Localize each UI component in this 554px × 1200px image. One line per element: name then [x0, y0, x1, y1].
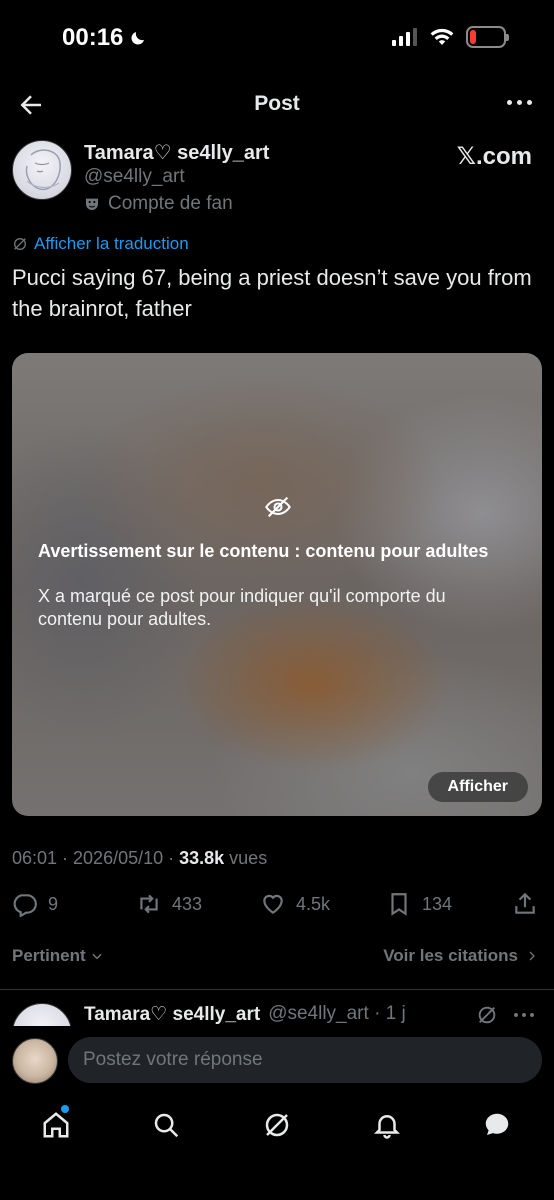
- like-button[interactable]: 4.5k: [260, 886, 330, 922]
- grok-tab-icon[interactable]: [262, 1110, 292, 1140]
- divider: [0, 989, 554, 990]
- reply-header[interactable]: Tamara♡ se4lly_art @se4lly_art · 1 j: [84, 1003, 406, 1026]
- heart-icon: [263, 894, 283, 914]
- more-options-icon[interactable]: [507, 100, 532, 105]
- status-time: 00:16: [62, 24, 147, 52]
- eye-off-icon: [265, 496, 291, 518]
- translate-link[interactable]: Afficher la traduction: [12, 234, 189, 254]
- view-quotes-link[interactable]: Voir les citations: [383, 946, 538, 966]
- search-icon[interactable]: [151, 1110, 181, 1140]
- reply-button[interactable]: 9: [12, 886, 58, 922]
- post-text: Pucci saying 67, being a priest doesn’t …: [12, 265, 532, 321]
- messages-icon[interactable]: [482, 1110, 512, 1140]
- moon-icon: [131, 32, 145, 45]
- chevron-right-icon: [529, 951, 535, 961]
- reply-icon: [13, 894, 37, 917]
- show-media-button[interactable]: Afficher: [427, 772, 528, 802]
- sort-dropdown[interactable]: Pertinent: [12, 946, 104, 966]
- warning-body: X a marqué ce post pour indiquer qu'il c…: [38, 586, 446, 629]
- home-icon[interactable]: [41, 1110, 71, 1140]
- reply-input[interactable]: Postez votre réponse: [68, 1037, 542, 1083]
- home-badge: [61, 1105, 69, 1113]
- battery-icon: [466, 26, 509, 48]
- share-button[interactable]: [512, 886, 538, 922]
- action-bar: 9 433 4.5k 134: [12, 886, 542, 922]
- fan-label: Compte de fan: [84, 193, 233, 215]
- author-name[interactable]: Tamara♡ se4lly_art: [84, 140, 269, 165]
- grok-icon[interactable]: [476, 1004, 498, 1026]
- grok-icon: [14, 238, 26, 250]
- bookmark-button[interactable]: 134: [386, 886, 452, 922]
- repost-icon: [140, 894, 158, 914]
- bell-icon[interactable]: [372, 1110, 402, 1140]
- reply-more-icon[interactable]: [514, 1013, 534, 1017]
- author-avatar[interactable]: [12, 140, 72, 200]
- bookmark-icon: [391, 893, 407, 916]
- mask-icon: [86, 198, 98, 210]
- signal-icon: [392, 28, 417, 46]
- sensitive-media[interactable]: Avertissement sur le contenu : contenu p…: [12, 353, 542, 816]
- author-handle[interactable]: @se4lly_art: [84, 166, 185, 188]
- chevron-down-icon: [92, 953, 102, 960]
- my-avatar[interactable]: [12, 1038, 58, 1084]
- post-meta: 06:01 · 2026/05/10 · 33.8k vues: [12, 848, 268, 868]
- share-icon: [515, 892, 535, 914]
- repost-button[interactable]: 433: [136, 886, 202, 922]
- wifi-icon: [430, 28, 454, 45]
- views-count: 33.8k: [179, 848, 225, 868]
- source-badge: 𝕏.com: [456, 143, 532, 170]
- warning-title: Avertissement sur le contenu : contenu p…: [38, 541, 489, 561]
- page-title: Post: [254, 92, 300, 115]
- status-icons: [392, 26, 509, 48]
